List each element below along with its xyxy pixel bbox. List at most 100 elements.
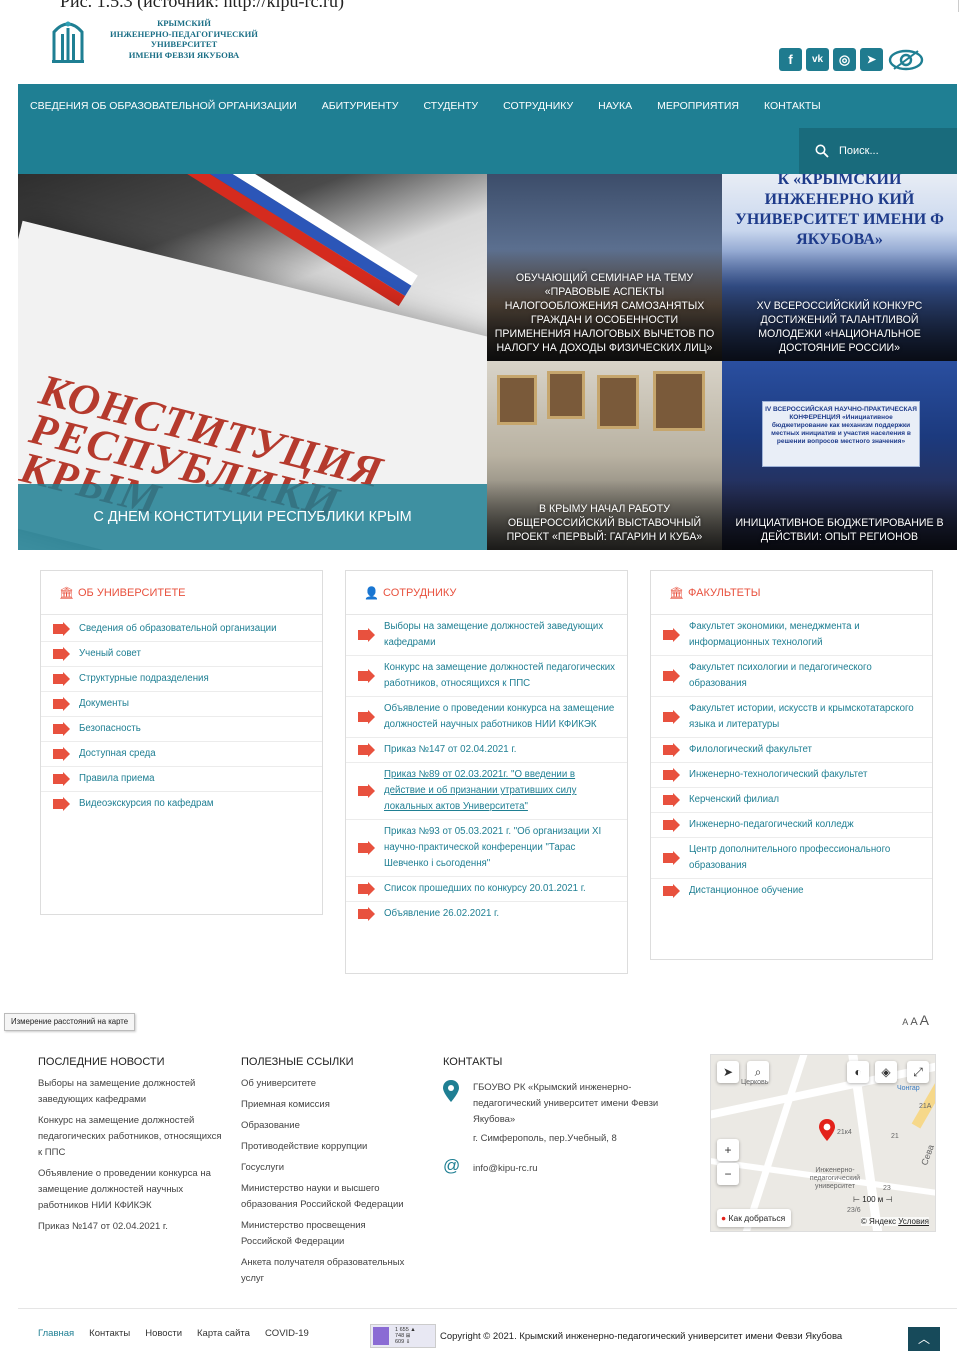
instagram-icon[interactable]: ◎ bbox=[833, 48, 856, 71]
route-pin-icon: ● bbox=[721, 1213, 727, 1223]
nav-item-contacts[interactable]: КОНТАКТЫ bbox=[752, 84, 834, 128]
scroll-to-top-button[interactable]: ︿ bbox=[908, 1327, 940, 1351]
list-item[interactable]: Объявление о проведении конкурса на заме… bbox=[346, 697, 627, 738]
list-item[interactable]: Документы bbox=[41, 692, 322, 717]
list-item[interactable]: Факультет истории, искусств и крымскотат… bbox=[651, 697, 932, 738]
footer-news-item[interactable]: Приказ №147 от 02.04.2021 г. bbox=[38, 1219, 223, 1235]
arrow-right-icon bbox=[53, 747, 70, 761]
visit-counter[interactable]: 1 655 ▲ 748 ⊞ 609 ⇓ bbox=[370, 1324, 436, 1348]
university-name[interactable]: КРЫМСКИЙ ИНЖЕНЕРНО-ПЕДАГОГИЧЕСКИЙ УНИВЕР… bbox=[104, 18, 264, 60]
arrow-right-icon bbox=[53, 772, 70, 786]
zoom-in-button[interactable]: + bbox=[717, 1139, 739, 1161]
route-button[interactable]: ● Как добраться bbox=[717, 1209, 792, 1227]
footer-link[interactable]: Приемная комиссия bbox=[241, 1097, 411, 1113]
map-terms-link[interactable]: Условия bbox=[898, 1217, 929, 1226]
footer-nav-sitemap[interactable]: Карта сайта bbox=[197, 1328, 250, 1339]
list-item[interactable]: Конкурс на замещение должностей педагоги… bbox=[346, 656, 627, 697]
vk-icon[interactable]: vk bbox=[806, 48, 829, 71]
list-item[interactable]: Инженерно-технологический факультет bbox=[651, 763, 932, 788]
nav-item-science[interactable]: НАУКА bbox=[586, 84, 645, 128]
list-item[interactable]: Безопасность bbox=[41, 717, 322, 742]
font-size-control[interactable]: AAA bbox=[900, 1012, 929, 1028]
info-boxes: 🏛 ОБ УНИВЕРСИТЕТЕ Сведения об образовател… bbox=[18, 560, 957, 990]
map-pin-icon[interactable] bbox=[819, 1119, 835, 1141]
list-item[interactable]: Факультет экономики, менеджмента и инфор… bbox=[651, 615, 932, 656]
footer-news-item[interactable]: Выборы на замещение должностей заведующи… bbox=[38, 1076, 223, 1108]
footer-link[interactable]: Министерство науки и высшего образования… bbox=[241, 1181, 411, 1213]
list-item[interactable]: Керченский филиал bbox=[651, 788, 932, 813]
list-item[interactable]: Приказ №93 от 05.03.2021 г. "Об организа… bbox=[346, 820, 627, 877]
counter-logo-icon bbox=[373, 1327, 389, 1345]
traffic-icon[interactable]: ◐ bbox=[847, 1061, 869, 1083]
list-item[interactable]: Приказ №89 от 02.03.2021г. "О введении в… bbox=[346, 763, 627, 820]
low-vision-icon[interactable] bbox=[887, 48, 925, 71]
arrow-right-icon bbox=[358, 743, 375, 757]
news-tile-caption[interactable]: XV ВСЕРОССИЙСКИЙ КОНКУРС ДОСТИЖЕНИЙ ТАЛА… bbox=[722, 299, 957, 355]
list-item[interactable]: Факультет психологии и педагогического о… bbox=[651, 656, 932, 697]
nav-item-events[interactable]: МЕРОПРИЯТИЯ bbox=[645, 84, 752, 128]
arrow-right-icon bbox=[53, 797, 70, 811]
list-item[interactable]: Объявление 26.02.2021 г. bbox=[346, 902, 627, 926]
university-logo-icon[interactable] bbox=[50, 18, 86, 66]
email-link[interactable]: info@kipu-rc.ru bbox=[473, 1161, 683, 1177]
news-tile[interactable]: IV ВСЕРОССИЙСКАЯ НАУЧНО-ПРАКТИЧЕСКАЯ КОН… bbox=[722, 361, 957, 550]
map-copyright: © Яндекс Условия bbox=[860, 1217, 929, 1226]
list-item[interactable]: Структурные подразделения bbox=[41, 667, 322, 692]
layers-icon[interactable]: ◈ bbox=[875, 1061, 897, 1083]
list-item[interactable]: Выборы на замещение должностей заведующи… bbox=[346, 615, 627, 656]
nav-item-employee[interactable]: СОТРУДНИКУ bbox=[491, 84, 586, 128]
box-title: 👤 СОТРУДНИКУ bbox=[346, 571, 627, 615]
nav-item-student[interactable]: СТУДЕНТУ bbox=[411, 84, 491, 128]
footer-link[interactable]: Анкета получателя образовательных услуг bbox=[241, 1255, 411, 1287]
list-item[interactable]: Ученый совет bbox=[41, 642, 322, 667]
list-item[interactable]: Филологический факультет bbox=[651, 738, 932, 763]
facebook-icon[interactable]: f bbox=[779, 48, 802, 71]
list-item[interactable]: Доступная среда bbox=[41, 742, 322, 767]
news-tile[interactable]: В КРЫМУ НАЧАЛ РАБОТУ ОБЩЕРОССИЙСКИЙ ВЫСТ… bbox=[487, 361, 722, 550]
arrow-right-icon bbox=[358, 882, 375, 896]
list-item[interactable]: Приказ №147 от 02.04.2021 г. bbox=[346, 738, 627, 763]
list-item[interactable]: Правила приема bbox=[41, 767, 322, 792]
footer-link[interactable]: Противодействие коррупции bbox=[241, 1139, 411, 1155]
arrow-right-icon bbox=[358, 841, 375, 855]
list-item[interactable]: Дистанционное обучение bbox=[651, 879, 932, 903]
list-item[interactable]: Видеоэкскурсия по кафедрам bbox=[41, 792, 322, 816]
list-item[interactable]: Сведения об образовательной организации bbox=[41, 617, 322, 642]
telegram-icon[interactable]: ➤ bbox=[860, 48, 883, 71]
nav-item-applicant[interactable]: АБИТУРИЕНТУ bbox=[309, 84, 411, 128]
news-tile[interactable]: ОБУЧАЮЩИЙ СЕМИНАР НА ТЕМУ «ПРАВОВЫЕ АСПЕ… bbox=[487, 174, 722, 361]
locate-icon[interactable]: ➤ bbox=[717, 1061, 739, 1083]
arrow-right-icon bbox=[358, 628, 375, 642]
footer-nav-covid[interactable]: COVID-19 bbox=[265, 1328, 309, 1339]
news-tile-caption[interactable]: ОБУЧАЮЩИЙ СЕМИНАР НА ТЕМУ «ПРАВОВЫЕ АСПЕ… bbox=[487, 271, 722, 355]
arrow-right-icon bbox=[53, 697, 70, 711]
search-input[interactable]: Поиск... bbox=[799, 128, 957, 174]
footer-link[interactable]: Госуслуги bbox=[241, 1160, 411, 1176]
map-label: 21 bbox=[891, 1133, 899, 1140]
footer-nav: Главная Контакты Новости Карта сайта COV… bbox=[38, 1328, 309, 1339]
footer-link[interactable]: Образование bbox=[241, 1118, 411, 1134]
footer-nav-news[interactable]: Новости bbox=[145, 1328, 182, 1339]
footer-news-item[interactable]: Объявление о проведении конкурса на заме… bbox=[38, 1166, 223, 1214]
footer-nav-contacts[interactable]: Контакты bbox=[89, 1328, 130, 1339]
hero-main-slide[interactable]: КОНСТИТУЦИЯ РЕСПУБЛИКИ КРЫМ С ДНЕМ КОНСТ… bbox=[18, 174, 487, 550]
footer-news-item[interactable]: Конкурс на замещение должностей педагоги… bbox=[38, 1113, 223, 1161]
conference-banner: IV ВСЕРОССИЙСКАЯ НАУЧНО-ПРАКТИЧЕСКАЯ КОН… bbox=[762, 401, 920, 467]
news-tile-caption[interactable]: ИНИЦИАТИВНОЕ БЮДЖЕТИРОВАНИЕ В ДЕЙСТВИИ: … bbox=[722, 516, 957, 544]
list-item[interactable]: Список прошедших по конкурсу 20.01.2021 … bbox=[346, 877, 627, 902]
nav-item-organization[interactable]: СВЕДЕНИЯ ОБ ОБРАЗОВАТЕЛЬНОЙ ОРГАНИЗАЦИИ bbox=[18, 84, 309, 128]
news-tile-caption[interactable]: В КРЫМУ НАЧАЛ РАБОТУ ОБЩЕРОССИЙСКИЙ ВЫСТ… bbox=[487, 502, 722, 544]
footer-link[interactable]: Об университете bbox=[241, 1076, 411, 1092]
zoom-out-button[interactable]: − bbox=[717, 1163, 739, 1185]
footer-link[interactable]: Министерство просвещения Российской Феде… bbox=[241, 1218, 411, 1250]
yandex-map[interactable]: ➤ ⌕ ◐ ◈ ⤢ + − Церковь Чонгар 21А 21к4 21… bbox=[710, 1054, 936, 1232]
at-sign-icon: @ bbox=[443, 1156, 461, 1175]
list-item[interactable]: Инженерно-педагогический колледж bbox=[651, 813, 932, 838]
address-text: ГБОУВО РК «Крымский инженерно-педагогиче… bbox=[473, 1082, 659, 1125]
news-tile[interactable]: К «КРЫМСКИЙ ИНЖЕНЕРНО КИЙ УНИВЕРСИТЕТ ИМ… bbox=[722, 174, 957, 361]
hero-main-caption[interactable]: С ДНЕМ КОНСТИТУЦИИ РЕСПУБЛИКИ КРЫМ bbox=[18, 484, 487, 550]
arrow-right-icon bbox=[663, 710, 680, 724]
fullscreen-icon[interactable]: ⤢ bbox=[907, 1061, 929, 1083]
footer-nav-home[interactable]: Главная bbox=[38, 1328, 74, 1339]
list-item[interactable]: Центр дополнительного профессионального … bbox=[651, 838, 932, 879]
